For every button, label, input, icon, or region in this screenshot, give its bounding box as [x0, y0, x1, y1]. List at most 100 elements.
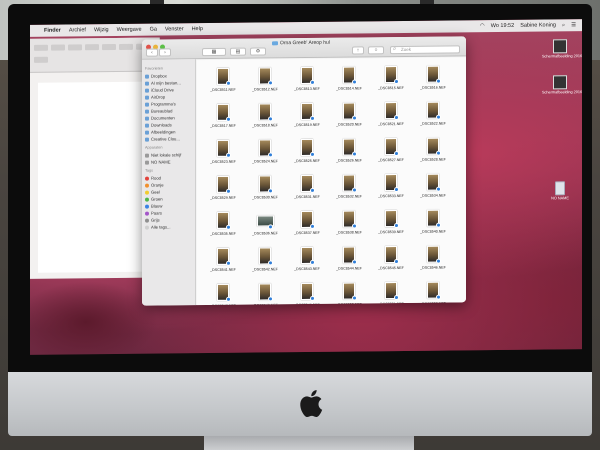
file-item[interactable]: _DSC8524.NEF: [245, 139, 285, 169]
file-item[interactable]: _DSC8527.NEF: [371, 138, 411, 168]
file-item[interactable]: _DSC8522.NEF: [413, 101, 453, 131]
file-item[interactable]: _DSC8550.NEF: [329, 282, 369, 306]
forward-button[interactable]: ›: [159, 48, 171, 57]
menu-item-venster[interactable]: Venster: [165, 26, 184, 32]
file-item[interactable]: _DSC8543.NEF: [287, 246, 327, 277]
file-item[interactable]: _DSC8535.NEF: [203, 211, 243, 242]
file-name: _DSC8528.NEF: [420, 157, 446, 162]
toolbar-control[interactable]: [34, 44, 48, 51]
search-input[interactable]: Zoek: [390, 45, 460, 55]
file-name: _DSC8537.NEF: [294, 230, 320, 236]
file-item[interactable]: _DSC8541.NEF: [203, 247, 243, 278]
file-item[interactable]: _DSC8525.NEF: [287, 138, 327, 169]
menu-item-ga[interactable]: Ga: [150, 27, 157, 33]
sidebar-item-no-name[interactable]: NO NAME: [145, 158, 192, 165]
menu-app-name[interactable]: Finder: [44, 28, 61, 34]
tag-icon[interactable]: ○: [368, 46, 384, 55]
file-item[interactable]: _DSC8520.NEF: [329, 102, 369, 132]
file-item[interactable]: _DSC8537.NEF: [287, 210, 327, 241]
desktop-screenshot-2[interactable]: Schermafbeelding 2016-...8.25.13: [542, 75, 582, 95]
notification-center-icon[interactable]: ☰: [571, 22, 576, 28]
file-item[interactable]: _DSC8538.NEF: [329, 210, 369, 240]
file-item[interactable]: _DSC8529.NEF: [203, 175, 243, 206]
file-item[interactable]: _DSC8517.NEF: [203, 103, 243, 134]
file-item[interactable]: _DSC8523.NEF: [203, 139, 243, 170]
file-name: _DSC8514.NEF: [336, 86, 362, 91]
file-item[interactable]: _DSC8551.NEF: [371, 282, 411, 306]
file-item[interactable]: _DSC8540.NEF: [413, 209, 453, 239]
arrange-icon[interactable]: ▤: [230, 47, 246, 56]
file-item[interactable]: _DSC8519.NEF: [287, 102, 327, 133]
view-mode-icon[interactable]: ▦: [202, 47, 226, 57]
sync-badge-icon: [436, 222, 441, 228]
user-name[interactable]: Sabine Koning: [520, 22, 556, 28]
document-page[interactable]: [38, 81, 148, 273]
file-item[interactable]: _DSC8526.NEF: [329, 138, 369, 168]
sidebar-tag[interactable]: Alle tags...: [145, 223, 192, 230]
file-item[interactable]: _DSC8514.NEF: [329, 66, 369, 96]
sync-badge-icon: [310, 115, 315, 121]
toolbar-control[interactable]: [102, 43, 116, 51]
menu-item-weergave[interactable]: Weergave: [117, 27, 142, 33]
back-button[interactable]: ‹: [146, 48, 158, 57]
toolbar-control[interactable]: [85, 44, 99, 51]
file-item[interactable]: _DSC8513.NEF: [287, 66, 327, 97]
toolbar-control[interactable]: [68, 44, 82, 51]
file-item[interactable]: _DSC8549.NEF: [287, 282, 327, 306]
file-item[interactable]: _DSC8530.NEF: [245, 175, 285, 205]
file-item[interactable]: _DSC8511.NEF: [203, 67, 243, 98]
file-item[interactable]: _DSC8545.NEF: [371, 246, 411, 276]
imac-stand: [204, 436, 414, 450]
sync-badge-icon: [268, 188, 273, 194]
folder-icon: [272, 41, 278, 46]
sync-badge-icon: [394, 151, 399, 157]
gear-icon[interactable]: ⚙: [250, 47, 266, 56]
file-item[interactable]: _DSC8542.NEF: [245, 247, 285, 277]
file-item[interactable]: _DSC8544.NEF: [329, 246, 369, 276]
desktop-drive-no-name[interactable]: NO NAME: [542, 181, 578, 200]
sync-badge-icon: [310, 151, 315, 157]
file-item[interactable]: _DSC8552.NEF: [413, 281, 453, 306]
file-item[interactable]: _DSC8536.NEF: [245, 211, 285, 241]
finder-window[interactable]: Orna Greeb' Areop hul ‹ › ▦ ▤ ⚙ ↑ ○ Zoek…: [142, 36, 466, 306]
menu-item-wijzig[interactable]: Wijzig: [94, 27, 109, 33]
file-item[interactable]: _DSC8547.NEF: [203, 283, 243, 306]
clock[interactable]: Wo 19:52: [491, 23, 514, 29]
sync-badge-icon: [226, 152, 231, 158]
file-item[interactable]: _DSC8512.NEF: [245, 67, 285, 97]
menu-item-help[interactable]: Help: [192, 26, 203, 32]
file-item[interactable]: _DSC8532.NEF: [329, 174, 369, 204]
toolbar-control[interactable]: [119, 43, 133, 50]
file-item[interactable]: _DSC8518.NEF: [245, 103, 285, 133]
file-grid-area[interactable]: _DSC8511.NEF _DSC8512.NEF _DSC8513.NEF _DSC…: [197, 57, 466, 306]
file-name: _DSC8540.NEF: [420, 229, 446, 234]
file-item[interactable]: _DSC8528.NEF: [413, 137, 453, 167]
apple-logo-icon: [300, 390, 323, 418]
document-window[interactable]: [30, 37, 160, 279]
sync-badge-icon: [310, 259, 315, 265]
toolbar-control[interactable]: [51, 44, 65, 51]
file-item[interactable]: _DSC8548.NEF: [245, 283, 285, 306]
file-item[interactable]: _DSC8534.NEF: [413, 173, 453, 203]
toolbar-control[interactable]: [34, 56, 48, 63]
file-item[interactable]: _DSC8516.NEF: [413, 65, 453, 95]
file-name: _DSC8525.NEF: [294, 158, 320, 164]
file-item[interactable]: _DSC8515.NEF: [371, 66, 411, 96]
file-item[interactable]: _DSC8539.NEF: [371, 210, 411, 240]
spotlight-icon[interactable]: ⌕: [562, 22, 565, 29]
file-item[interactable]: _DSC8533.NEF: [371, 174, 411, 204]
wifi-icon[interactable]: ◠: [480, 23, 485, 29]
file-item[interactable]: _DSC8521.NEF: [371, 102, 411, 132]
file-name: _DSC8545.NEF: [378, 265, 404, 271]
file-item[interactable]: _DSC8546.NEF: [413, 245, 453, 275]
sync-badge-icon: [268, 260, 273, 266]
file-name: _DSC8534.NEF: [420, 193, 446, 198]
cloud-icon: [145, 88, 149, 93]
sidebar-heading-devices: Apparaten: [145, 145, 163, 150]
desktop-screenshot-1[interactable]: Schermafbeelding 2016-...8.25.11: [542, 39, 582, 59]
file-name: _DSC8539.NEF: [378, 229, 404, 235]
file-item[interactable]: _DSC8531.NEF: [287, 174, 327, 205]
menu-item-archief[interactable]: Archief: [69, 27, 86, 33]
sidebar-item-creative-cloud[interactable]: Creative Clou...: [145, 135, 192, 142]
share-icon[interactable]: ↑: [352, 46, 364, 55]
